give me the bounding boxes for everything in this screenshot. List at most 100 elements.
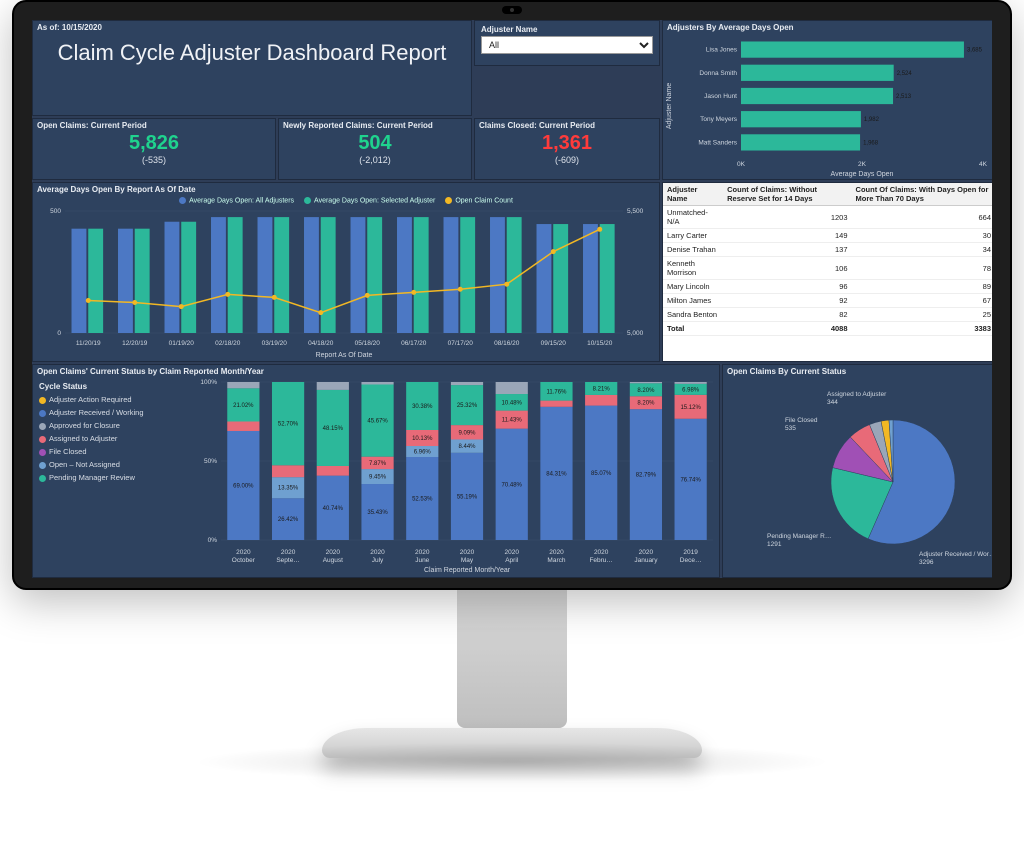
svg-text:2020: 2020 [504, 549, 519, 556]
svg-text:55.19%: 55.19% [457, 494, 478, 500]
table-row[interactable]: Unmatched-N/A1203664 [663, 206, 992, 229]
avg-days-title: Average Days Open By Report As Of Date [33, 183, 659, 196]
svg-text:13.35%: 13.35% [278, 486, 299, 492]
monitor-shadow [192, 742, 832, 782]
svg-text:2020: 2020 [639, 549, 654, 556]
svg-text:2020: 2020 [594, 549, 609, 556]
svg-text:2019: 2019 [683, 549, 698, 556]
svg-text:July: July [372, 557, 384, 564]
svg-text:5,500: 5,500 [627, 208, 644, 215]
svg-text:June: June [415, 557, 429, 564]
svg-text:10.48%: 10.48% [502, 400, 523, 406]
svg-text:09/15/20: 09/15/20 [541, 340, 567, 347]
kpi-closed-delta: (-609) [475, 155, 659, 165]
table-row[interactable]: Mary Lincoln9689 [663, 280, 992, 294]
table-row[interactable]: Larry Carter14930 [663, 229, 992, 243]
svg-text:Adjuster Name: Adjuster Name [666, 83, 673, 129]
svg-text:5,000: 5,000 [627, 330, 644, 337]
svg-text:535: 535 [785, 425, 796, 432]
legend-item[interactable]: Open – Not Assigned [39, 458, 187, 471]
svg-text:01/19/20: 01/19/20 [169, 340, 195, 347]
legend-item[interactable]: Adjuster Action Required [39, 393, 187, 406]
svg-text:8.21%: 8.21% [593, 386, 611, 392]
svg-text:File Closed: File Closed [785, 417, 818, 424]
table-row[interactable]: Milton James9267 [663, 294, 992, 308]
svg-text:84.31%: 84.31% [546, 471, 567, 477]
kpi-open-delta: (-535) [33, 155, 275, 165]
legend-count: Open Claim Count [445, 197, 513, 204]
svg-text:04/18/20: 04/18/20 [308, 340, 334, 347]
adjusters-bar-chart: Lisa Jones3,685Donna Smith2,524Jason Hun… [663, 34, 992, 178]
svg-text:Report As Of Date: Report As Of Date [316, 352, 373, 359]
svg-text:2020: 2020 [236, 549, 251, 556]
svg-text:3296: 3296 [919, 559, 934, 566]
svg-text:85.07%: 85.07% [591, 471, 612, 477]
svg-text:52.70%: 52.70% [278, 422, 299, 428]
pie-chart: Assigned to Adjuster344File Closed535Pen… [723, 378, 992, 574]
kpi-new-title: Newly Reported Claims: Current Period [279, 119, 471, 132]
as-of-label: As of: 10/15/2020 [33, 21, 471, 34]
stacked-legend: Cycle Status Adjuster Action RequiredAdj… [33, 378, 193, 574]
svg-text:2,513: 2,513 [896, 94, 912, 100]
claims-table-scroll[interactable]: Adjuster NameCount of Claims: Without Re… [663, 183, 992, 361]
kpi-closed-title: Claims Closed: Current Period [475, 119, 659, 132]
svg-text:08/16/20: 08/16/20 [494, 340, 520, 347]
adjuster-filter-select[interactable]: All [481, 36, 653, 54]
svg-text:2020: 2020 [281, 549, 296, 556]
svg-text:2,524: 2,524 [897, 71, 913, 77]
svg-text:2020: 2020 [460, 549, 475, 556]
svg-text:1,968: 1,968 [863, 140, 879, 146]
svg-text:70.48%: 70.48% [502, 482, 523, 488]
legend-item[interactable]: Assigned to Adjuster [39, 432, 187, 445]
svg-text:06/17/20: 06/17/20 [401, 340, 427, 347]
svg-text:76.74%: 76.74% [680, 477, 701, 483]
svg-text:10/15/20: 10/15/20 [587, 340, 613, 347]
svg-text:8.20%: 8.20% [637, 401, 655, 407]
legend-item[interactable]: Pending Manager Review [39, 471, 187, 484]
svg-text:35.43%: 35.43% [367, 510, 388, 516]
table-row[interactable]: Kenneth Morrison10678 [663, 257, 992, 280]
legend-all: Average Days Open: All Adjusters [179, 197, 294, 204]
svg-text:7.87%: 7.87% [369, 461, 387, 467]
stacked-bar-chart: 0%50%100%69.00%21.02%2020October26.42%13… [193, 378, 717, 574]
svg-text:Claim Reported Month/Year: Claim Reported Month/Year [424, 567, 511, 574]
svg-text:30.38%: 30.38% [412, 404, 433, 410]
filter-label: Adjuster Name [481, 25, 653, 36]
svg-text:0K: 0K [737, 161, 746, 168]
kpi-open-value: 5,826 [33, 132, 275, 155]
svg-text:Jason Hunt: Jason Hunt [704, 93, 737, 100]
svg-text:6.98%: 6.98% [682, 387, 700, 393]
table-row[interactable]: Denise Trahan13734 [663, 243, 992, 257]
svg-text:Dece…: Dece… [680, 557, 702, 564]
svg-text:Average Days Open: Average Days Open [831, 171, 894, 178]
svg-text:82.79%: 82.79% [636, 473, 657, 479]
legend-item[interactable]: Approved for Closure [39, 419, 187, 432]
svg-text:Lisa Jones: Lisa Jones [706, 47, 738, 54]
svg-text:Adjuster Received / Wor…: Adjuster Received / Wor… [919, 551, 992, 558]
kpi-new-value: 504 [279, 132, 471, 155]
svg-text:45.67%: 45.67% [367, 419, 388, 425]
svg-text:02/18/20: 02/18/20 [215, 340, 241, 347]
pie-title: Open Claims By Current Status [723, 365, 992, 378]
monitor-stand-neck [457, 588, 567, 728]
svg-text:2K: 2K [858, 161, 867, 168]
legend-item[interactable]: File Closed [39, 445, 187, 458]
svg-text:Matt Sanders: Matt Sanders [698, 139, 737, 146]
svg-text:15.12%: 15.12% [680, 405, 701, 411]
svg-text:2020: 2020 [326, 549, 341, 556]
svg-text:2020: 2020 [370, 549, 385, 556]
svg-text:January: January [634, 557, 658, 564]
svg-text:Febru…: Febru… [589, 557, 612, 564]
legend-item[interactable]: Adjuster Received / Working [39, 406, 187, 419]
svg-text:500: 500 [50, 208, 61, 215]
table-row[interactable]: Sandra Benton8225 [663, 308, 992, 322]
monitor-bezel: As of: 10/15/2020 Claim Cycle Adjuster D… [12, 0, 1012, 590]
svg-text:9.45%: 9.45% [369, 475, 387, 481]
svg-text:100%: 100% [200, 379, 217, 386]
svg-text:May: May [461, 557, 474, 564]
svg-text:52.53%: 52.53% [412, 497, 433, 503]
svg-text:10.13%: 10.13% [412, 436, 433, 442]
svg-text:05/18/20: 05/18/20 [355, 340, 381, 347]
svg-text:11/20/19: 11/20/19 [76, 340, 101, 347]
svg-text:Donna Smith: Donna Smith [699, 70, 737, 77]
